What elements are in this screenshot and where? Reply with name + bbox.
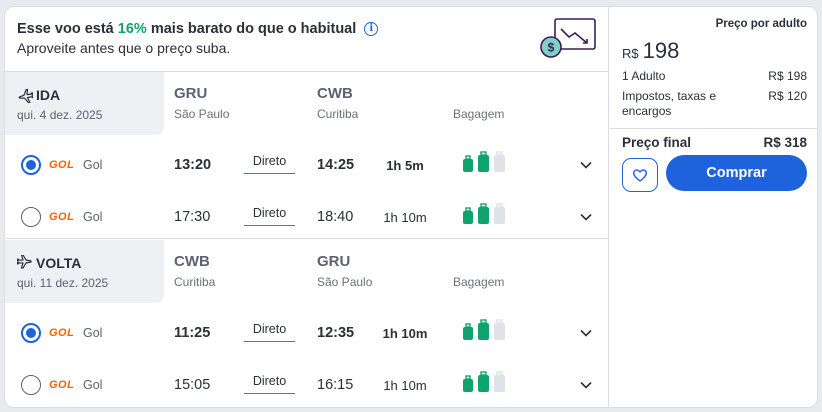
discount-percent: 16%	[117, 21, 147, 37]
baggage-header: Bagagem	[453, 275, 505, 289]
flight-duration: 1h 5m	[386, 158, 424, 173]
chevron-down-icon[interactable]	[579, 378, 593, 392]
segment-tab: VOLTA qui. 11 dez. 2025	[5, 240, 164, 303]
final-price-label: Preço final	[622, 135, 692, 150]
baggage-icons	[463, 371, 505, 392]
price-panel: Preço por adulto R$ 198 1 Adulto R$ 198 I…	[610, 7, 817, 407]
price-insight-subtitle: Aproveite antes que o preço suba.	[17, 40, 231, 56]
flight-option[interactable]: GOL Gol 17:30 Direto 18:40 1h 10m	[5, 195, 609, 241]
flight-radio[interactable]	[21, 155, 41, 175]
destination-city: São Paulo	[317, 275, 373, 289]
arrival-time: 18:40	[317, 209, 354, 225]
segment-date: qui. 4 dez. 2025	[17, 108, 103, 122]
stops-label: Direto	[244, 154, 295, 174]
heart-icon	[632, 169, 648, 182]
flight-offer-card: Esse voo está 16% mais barato do que o h…	[4, 6, 818, 408]
airline-name: Gol	[83, 210, 103, 224]
baggage-icons	[463, 203, 505, 224]
price-per-adult-label: Preço por adulto	[715, 18, 807, 30]
final-price-line: Preço final R$ 318	[622, 135, 807, 150]
taxes-value: R$ 120	[768, 89, 807, 103]
segment-title: VOLTA	[17, 255, 81, 271]
stops-label: Direto	[244, 374, 295, 394]
baggage-header: Bagagem	[453, 107, 505, 121]
info-icon[interactable]: i	[364, 22, 379, 36]
chevron-down-icon[interactable]	[579, 326, 593, 340]
plane-departure-icon	[18, 88, 33, 103]
flight-duration: 1h 10m	[383, 210, 427, 225]
segment-tab: IDA qui. 4 dez. 2025	[5, 72, 164, 135]
origin-code: CWB	[174, 253, 210, 270]
destination-code: CWB	[317, 85, 353, 102]
origin-city: Curitiba	[174, 275, 216, 289]
flight-radio[interactable]	[21, 323, 41, 343]
arrival-time: 14:25	[317, 157, 355, 173]
flight-duration: 1h 10m	[382, 326, 428, 341]
currency: R$	[622, 46, 639, 61]
airline-name: Gol	[83, 326, 103, 340]
flight-radio[interactable]	[21, 375, 41, 395]
favorite-button[interactable]	[622, 158, 658, 192]
departure-time: 13:20	[174, 157, 212, 173]
segment-date: qui. 11 dez. 2025	[17, 276, 109, 290]
departure-time: 11:25	[174, 325, 211, 341]
baggage-icons	[463, 151, 505, 172]
segment-outbound: IDA qui. 4 dez. 2025 GRU São Paulo CWB C…	[5, 72, 609, 239]
chevron-down-icon[interactable]	[579, 158, 593, 172]
airline-name: Gol	[83, 378, 103, 392]
taxes-line: Impostos, taxas e encargos R$ 120	[622, 89, 807, 121]
destination-city: Curitiba	[317, 107, 359, 121]
destination-code: GRU	[317, 253, 351, 270]
departure-time: 15:05	[174, 377, 211, 393]
flight-option[interactable]: GOL Gol 11:25 Direto 12:35 1h 10m	[5, 311, 609, 357]
baggage-icons	[463, 319, 505, 340]
flight-radio[interactable]	[21, 207, 41, 227]
buy-button[interactable]: Comprar	[666, 155, 807, 191]
adults-line: 1 Adulto R$ 198	[622, 69, 807, 85]
origin-code: GRU	[174, 85, 208, 102]
departure-time: 17:30	[174, 209, 211, 225]
itinerary-panel: Esse voo está 16% mais barato do que o h…	[5, 7, 609, 407]
stops-label: Direto	[244, 206, 295, 226]
plane-return-icon	[17, 255, 32, 269]
arrival-time: 12:35	[317, 325, 355, 341]
segment-return: VOLTA qui. 11 dez. 2025 CWB Curitiba GRU…	[5, 240, 609, 407]
price-insight-banner: Esse voo está 16% mais barato do que o h…	[5, 7, 609, 72]
airline-logo: GOL	[49, 379, 75, 391]
price-drop-dollar-icon: $	[540, 18, 596, 58]
airline-logo: GOL	[49, 159, 75, 171]
origin-city: São Paulo	[174, 107, 230, 121]
airline-name: Gol	[83, 158, 103, 172]
svg-text:$: $	[548, 41, 555, 55]
flight-option[interactable]: GOL Gol 15:05 Direto 16:15 1h 10m	[5, 363, 609, 407]
arrival-time: 16:15	[317, 377, 354, 393]
price-amount: 198	[642, 38, 680, 63]
final-price-value: R$ 318	[763, 135, 807, 150]
price-per-adult: R$ 198	[622, 38, 679, 64]
adults-label: 1 Adulto	[622, 69, 666, 83]
price-insight-title: Esse voo está 16% mais barato do que o h…	[17, 21, 379, 37]
flight-option[interactable]: GOL Gol 13:20 Direto 14:25 1h 5m	[5, 143, 609, 189]
segment-title: IDA	[17, 87, 60, 103]
taxes-label: Impostos, taxas e encargos	[622, 89, 717, 118]
airline-logo: GOL	[49, 211, 75, 223]
adults-value: R$ 198	[768, 69, 807, 83]
stops-label: Direto	[244, 322, 295, 342]
chevron-down-icon[interactable]	[579, 210, 593, 224]
airline-logo: GOL	[49, 327, 75, 339]
flight-duration: 1h 10m	[383, 378, 427, 393]
divider	[610, 128, 817, 129]
